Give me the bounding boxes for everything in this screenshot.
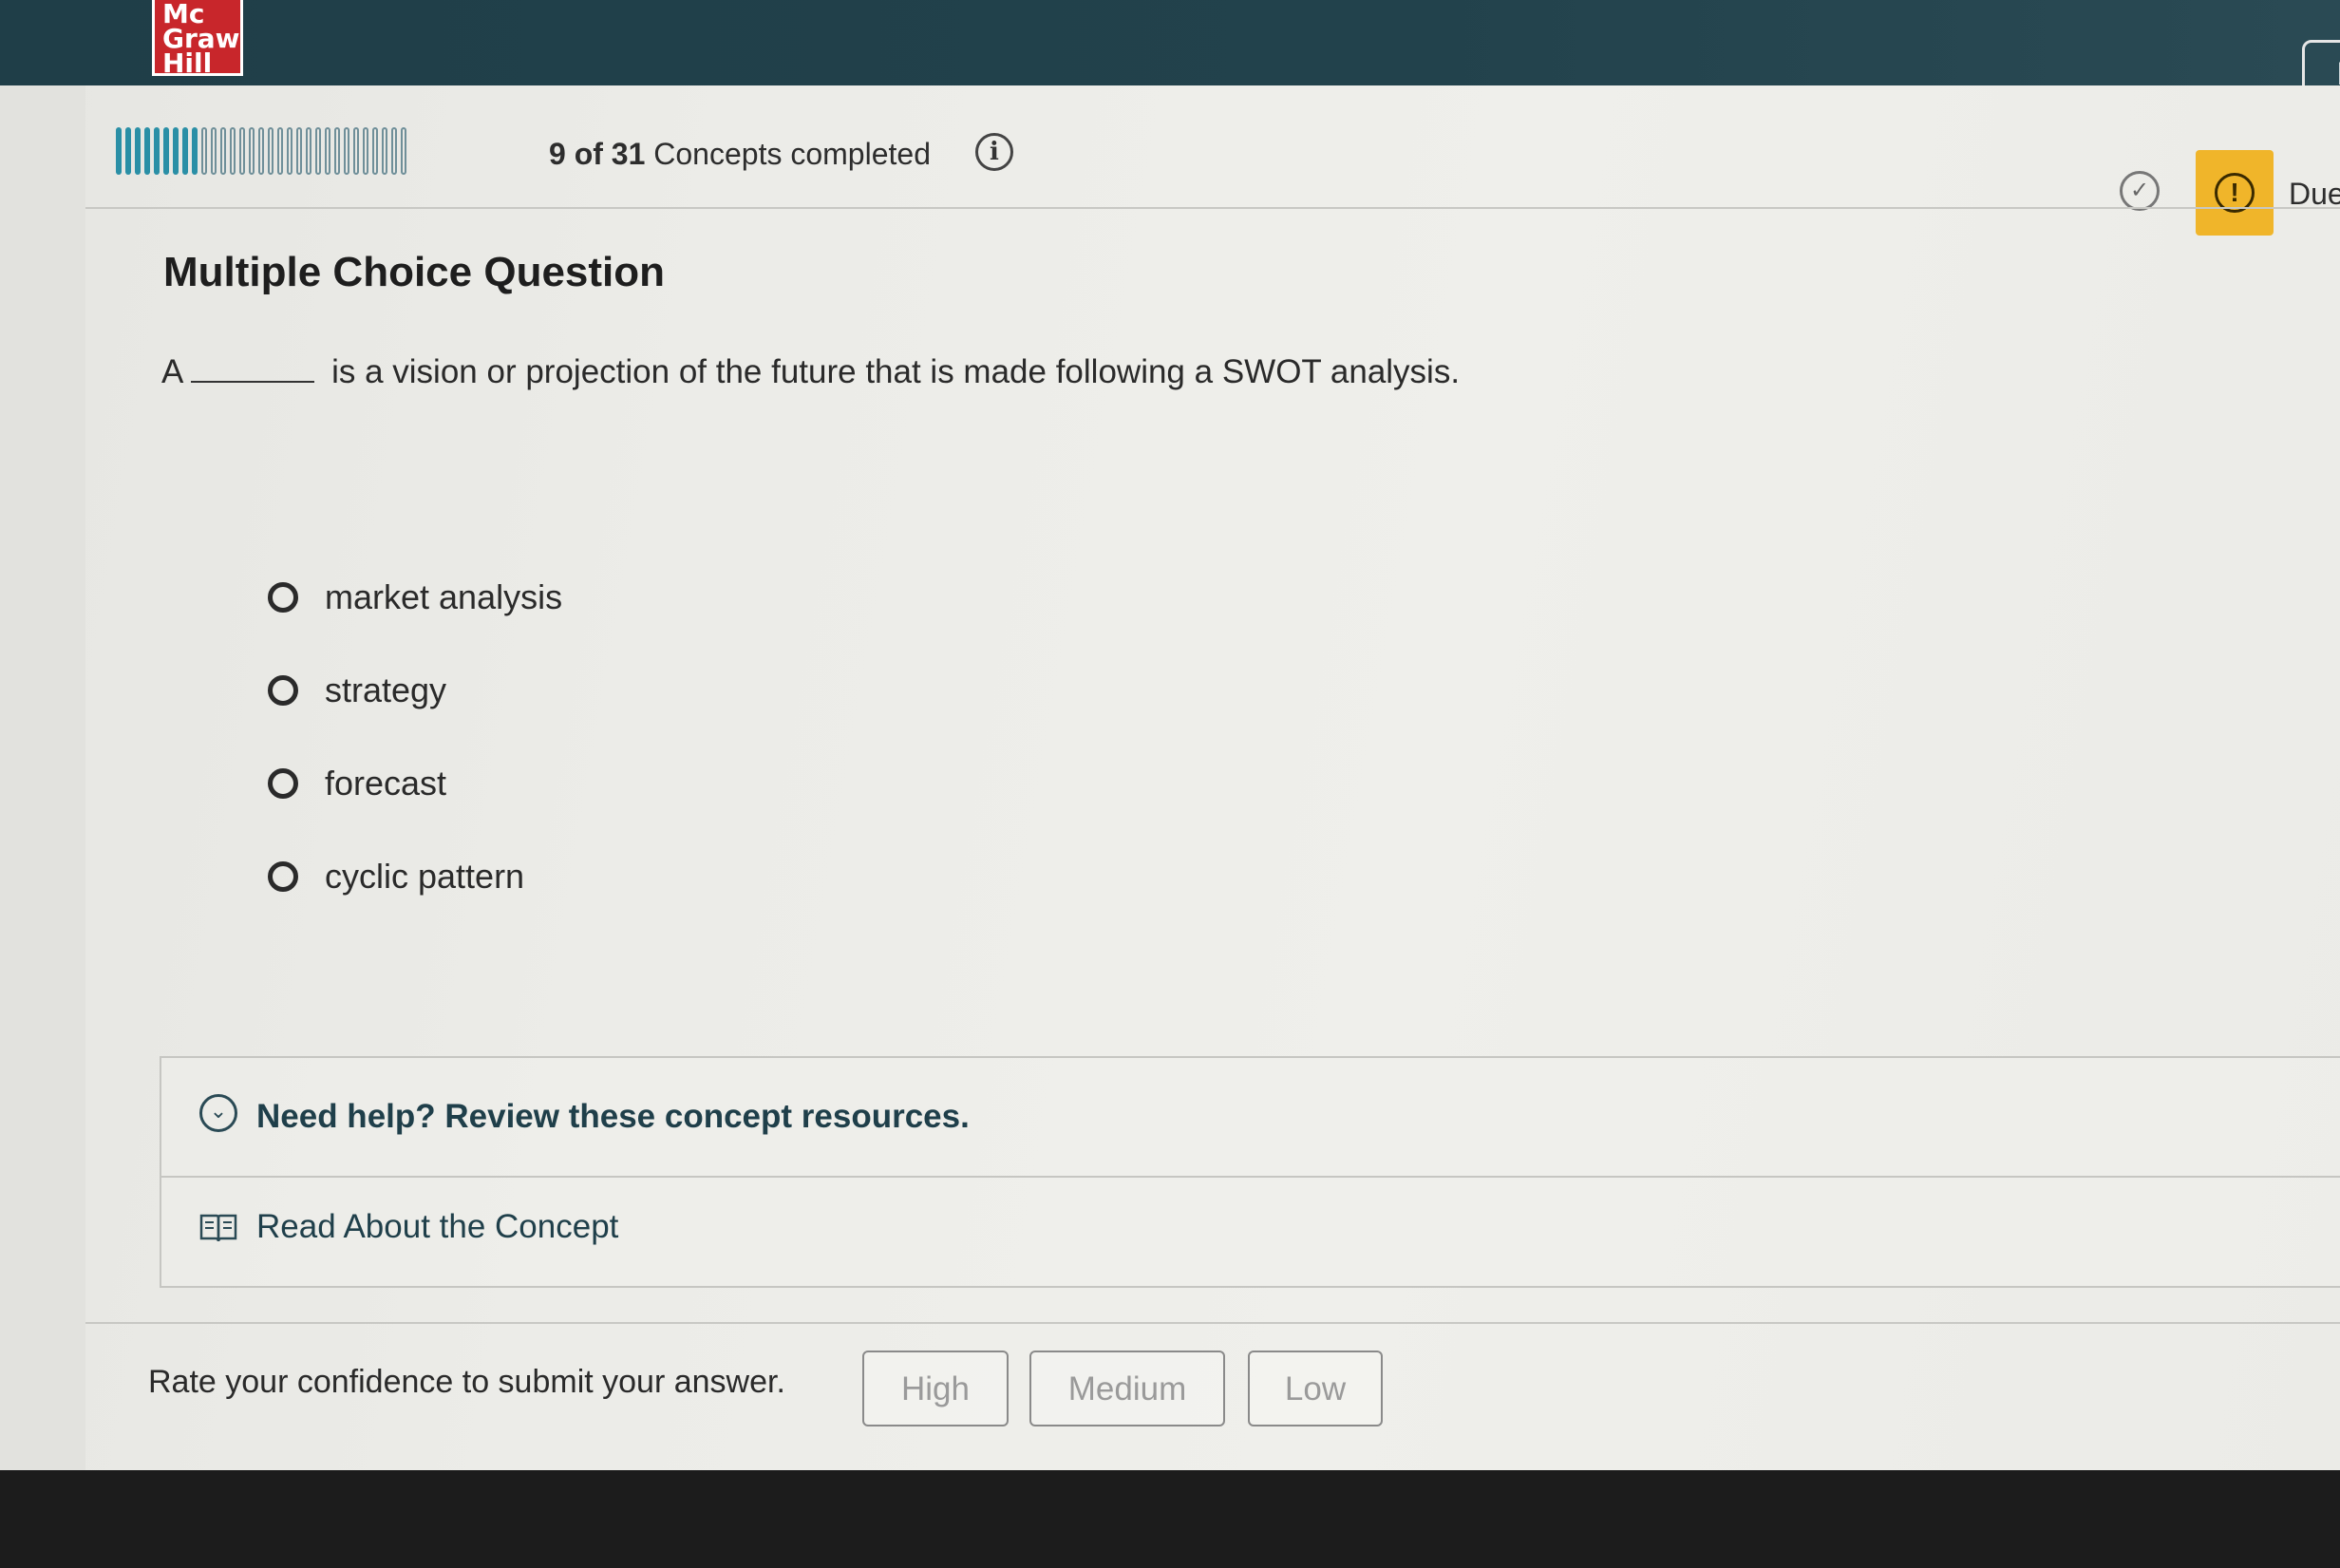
confidence-prompt: Rate your confidence to submit your answ… — [148, 1364, 785, 1400]
info-icon[interactable]: i — [975, 133, 1013, 171]
option-cyclic-pattern[interactable]: cyclic pattern — [268, 847, 562, 906]
progress-segment — [249, 127, 255, 175]
progress-segment — [230, 127, 236, 175]
question-prefix: A — [161, 353, 184, 390]
progress-segment — [258, 127, 264, 175]
progress-segment — [306, 127, 311, 175]
screen-bottom-edge — [0, 1470, 2340, 1568]
footer-divider — [85, 1322, 2340, 1324]
progress-segment — [154, 127, 160, 175]
progress-bar-segments — [116, 127, 406, 175]
header-divider — [85, 207, 2340, 209]
left-margin — [0, 85, 85, 1472]
progress-segment — [220, 127, 226, 175]
option-label: cyclic pattern — [325, 857, 525, 896]
progress-segment — [144, 127, 150, 175]
option-label: market analysis — [325, 577, 563, 616]
top-bar: Mc Graw Hill E — [0, 0, 2340, 116]
progress-text: 9 of 31 Concepts completed — [549, 137, 931, 172]
concept-resources-toggle[interactable]: ⌄ Need help? Review these concept resour… — [161, 1058, 2340, 1178]
progress-segment — [372, 127, 378, 175]
progress-segment — [315, 127, 321, 175]
progress-segment — [277, 127, 283, 175]
confidence-high-button[interactable]: High — [862, 1351, 1009, 1426]
progress-segment — [334, 127, 340, 175]
radio-button[interactable] — [268, 861, 298, 892]
chevron-down-icon: ⌄ — [199, 1094, 237, 1132]
confidence-low-button[interactable]: Low — [1248, 1351, 1383, 1426]
progress-segment — [296, 127, 302, 175]
progress-segment — [391, 127, 397, 175]
confidence-medium-button[interactable]: Medium — [1029, 1351, 1225, 1426]
concept-resources-title: Need help? Review these concept resource… — [256, 1098, 970, 1135]
read-about-concept-label: Read About the Concept — [256, 1208, 619, 1245]
radio-button[interactable] — [268, 675, 298, 706]
radio-button[interactable] — [268, 768, 298, 799]
progress-segment — [363, 127, 368, 175]
progress-segment — [239, 127, 245, 175]
check-circle-icon[interactable]: ✓ — [2120, 171, 2160, 211]
concept-resources-panel: ⌄ Need help? Review these concept resour… — [160, 1056, 2340, 1288]
progress-segment — [201, 127, 207, 175]
progress-segment — [325, 127, 330, 175]
question-text: is a vision or projection of the future … — [331, 353, 1461, 390]
progress-segment — [344, 127, 349, 175]
answer-options: market analysis strategy forecast cyclic… — [268, 568, 562, 940]
progress-segment — [135, 127, 141, 175]
option-label: forecast — [325, 764, 447, 803]
progress-count: 9 of 31 — [549, 137, 646, 171]
concept-progress: 9 of 31 Concepts completed i — [116, 123, 2300, 180]
progress-segment — [182, 127, 188, 175]
answer-blank — [191, 354, 315, 383]
progress-segment — [192, 127, 198, 175]
progress-segment — [287, 127, 292, 175]
mcgraw-hill-logo: Mc Graw Hill — [152, 0, 243, 76]
progress-segment — [125, 127, 131, 175]
book-icon — [199, 1214, 237, 1242]
progress-segment — [353, 127, 359, 175]
option-strategy[interactable]: strategy — [268, 661, 562, 720]
progress-segment — [173, 127, 179, 175]
option-market-analysis[interactable]: market analysis — [268, 568, 562, 627]
question-prompt: A is a vision or projection of the futur… — [161, 353, 1460, 391]
warning-status-button[interactable]: ! — [2196, 150, 2274, 236]
logo-line-3: Hill — [162, 47, 213, 76]
progress-suffix: Concepts completed — [653, 137, 931, 171]
progress-segment — [116, 127, 122, 175]
progress-segment — [211, 127, 217, 175]
progress-segment — [163, 127, 169, 175]
option-forecast[interactable]: forecast — [268, 754, 562, 813]
progress-segment — [382, 127, 387, 175]
question-type-title: Multiple Choice Question — [163, 249, 666, 295]
progress-segment — [268, 127, 274, 175]
radio-button[interactable] — [268, 582, 298, 613]
option-label: strategy — [325, 671, 447, 709]
progress-segment — [401, 127, 406, 175]
